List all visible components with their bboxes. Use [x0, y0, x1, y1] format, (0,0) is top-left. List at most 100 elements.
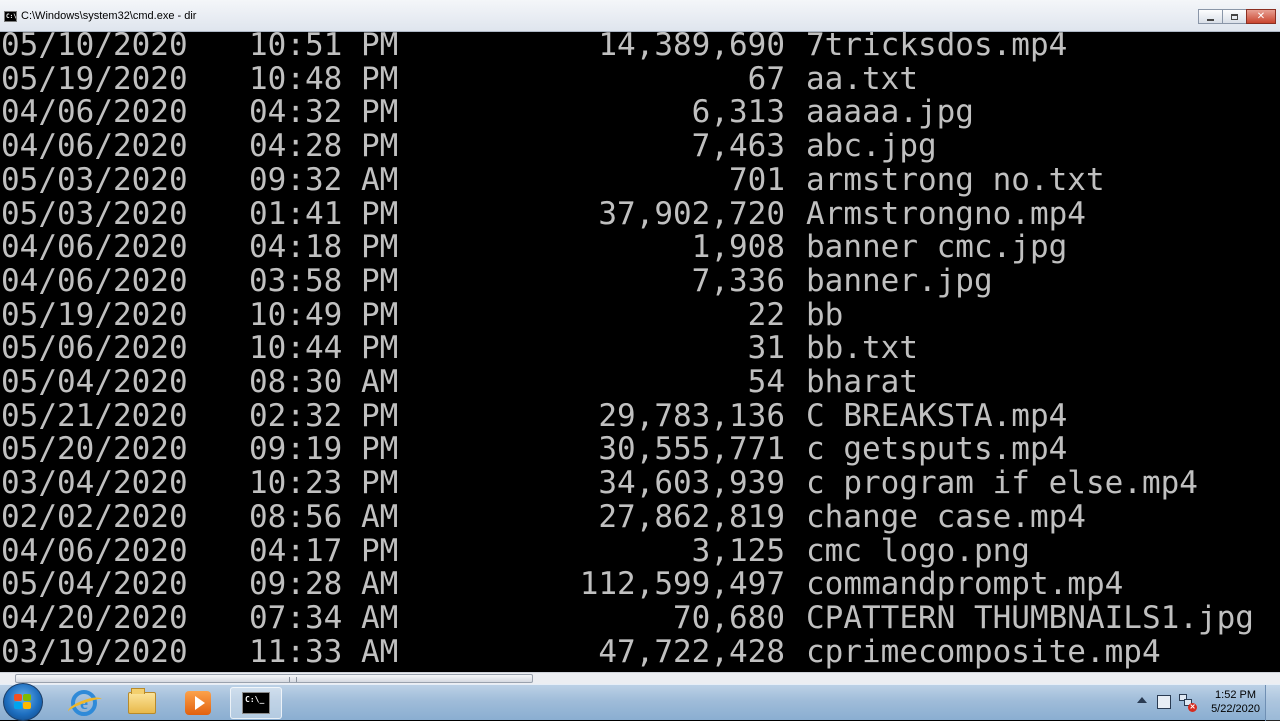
- listing-time: 01:41 PM: [249, 196, 399, 232]
- listing-row: 05/19/2020 10:48 PM 67 aa.txt: [0, 61, 1280, 100]
- listing-row: 02/02/2020 08:56 AM 27,862,819 change case.…: [0, 499, 1280, 538]
- listing-row: 04/06/2020 03:58 PM 7,336 banner.jpg: [0, 263, 1280, 302]
- show-hidden-icons-icon[interactable]: [1137, 697, 1147, 703]
- horizontal-scrollbar[interactable]: [0, 672, 1280, 684]
- taskbar: e C:\_ ✕ 1:52 PM 5/22/2020: [0, 683, 1280, 721]
- listing-filename: aaaaa.jpg: [806, 94, 974, 130]
- listing-size: 112,599,497: [579, 566, 785, 602]
- console-output[interactable]: 05/10/2020 10:51 PM 14,389,690 7tricksdos.m…: [0, 32, 1280, 672]
- start-button[interactable]: [3, 683, 43, 721]
- listing-size: 7,463: [691, 128, 785, 164]
- clock[interactable]: 1:52 PM 5/22/2020: [1211, 688, 1260, 716]
- listing-size: 27,862,819: [598, 499, 785, 535]
- listing-filename: bb: [806, 297, 844, 333]
- listing-size: 7,336: [691, 263, 785, 299]
- listing-time: 08:30 AM: [249, 364, 399, 400]
- listing-date: 05/19/2020: [1, 297, 188, 333]
- listing-time: 11:33 AM: [249, 634, 399, 670]
- listing-row: 05/10/2020 10:51 PM 14,389,690 7tricksdos.m…: [0, 32, 1280, 66]
- listing-date: 03/04/2020: [1, 465, 188, 501]
- listing-date: 05/03/2020: [1, 162, 188, 198]
- listing-time: 04:32 PM: [249, 94, 399, 130]
- listing-time: 09:19 PM: [249, 431, 399, 467]
- title-bar[interactable]: C:\ C:\Windows\system32\cmd.exe - dir ✕: [0, 0, 1280, 32]
- cmd-window-icon[interactable]: C:\: [4, 11, 17, 22]
- internet-explorer-icon: e: [71, 690, 97, 716]
- listing-filename: banner cmc.jpg: [806, 229, 1068, 265]
- listing-filename: CPATTERN THUMBNAILS1.jpg: [806, 600, 1254, 636]
- clock-time: 1:52 PM: [1215, 689, 1257, 701]
- action-center-icon[interactable]: [1157, 695, 1171, 709]
- folder-icon: [128, 688, 156, 714]
- listing-size: 47,722,428: [598, 634, 785, 670]
- listing-filename: c program if else.mp4: [806, 465, 1198, 501]
- listing-time: 10:49 PM: [249, 297, 399, 333]
- listing-size: 1,908: [691, 229, 785, 265]
- listing-row: 04/06/2020 04:18 PM 1,908 banner cmc.jpg: [0, 229, 1280, 268]
- listing-size: 34,603,939: [598, 465, 785, 501]
- listing-date: 05/04/2020: [1, 566, 188, 602]
- listing-date: 05/19/2020: [1, 61, 188, 97]
- listing-time: 10:51 PM: [249, 32, 399, 63]
- listing-date: 04/06/2020: [1, 128, 188, 164]
- listing-filename: C BREAKSTA.mp4: [806, 398, 1068, 434]
- listing-filename: cprimecomposite.mp4: [806, 634, 1161, 670]
- listing-date: 04/06/2020: [1, 229, 188, 265]
- listing-date: 04/06/2020: [1, 533, 188, 569]
- listing-row: 05/03/2020 01:41 PM 37,902,720 Armstrongno.…: [0, 196, 1280, 235]
- listing-size: 67: [747, 61, 785, 97]
- listing-size: 31: [747, 330, 785, 366]
- command-prompt-icon: C:\_: [242, 692, 270, 714]
- maximize-icon: [1231, 13, 1238, 20]
- listing-size: 54: [747, 364, 785, 400]
- taskbar-command-prompt[interactable]: C:\_: [230, 687, 282, 719]
- listing-time: 09:32 AM: [249, 162, 399, 198]
- listing-size: 701: [729, 162, 785, 198]
- taskbar-internet-explorer[interactable]: e: [58, 687, 110, 719]
- listing-row: 05/19/2020 10:49 PM 22 bb: [0, 297, 1280, 336]
- listing-row: 05/06/2020 10:44 PM 31 bb.txt: [0, 330, 1280, 369]
- listing-date: 04/20/2020: [1, 600, 188, 636]
- listing-date: 04/06/2020: [1, 94, 188, 130]
- show-desktop-button[interactable]: [1265, 685, 1280, 721]
- listing-size: 37,902,720: [598, 196, 785, 232]
- listing-date: 02/02/2020: [1, 499, 188, 535]
- close-icon: ✕: [1256, 11, 1266, 22]
- windows-logo-icon: [14, 694, 32, 710]
- listing-date: 05/10/2020: [1, 32, 188, 63]
- minimize-button[interactable]: [1198, 9, 1223, 24]
- minimize-icon: [1207, 18, 1214, 21]
- listing-filename: aa.txt: [806, 61, 918, 97]
- listing-time: 04:18 PM: [249, 229, 399, 265]
- maximize-button[interactable]: [1222, 9, 1247, 24]
- taskbar-file-explorer[interactable]: [116, 687, 168, 719]
- listing-time: 08:56 AM: [249, 499, 399, 535]
- listing-date: 05/03/2020: [1, 196, 188, 232]
- listing-size: 6,313: [691, 94, 785, 130]
- media-player-icon: [185, 691, 211, 715]
- listing-time: 03:58 PM: [249, 263, 399, 299]
- listing-date: 05/06/2020: [1, 330, 188, 366]
- listing-time: 10:48 PM: [249, 61, 399, 97]
- scrollbar-thumb[interactable]: [15, 674, 533, 683]
- clock-date: 5/22/2020: [1211, 703, 1260, 715]
- listing-time: 04:17 PM: [249, 533, 399, 569]
- listing-size: 30,555,771: [598, 431, 785, 467]
- listing-row: 03/19/2020 11:33 AM 47,722,428 cprimecompos…: [0, 634, 1280, 672]
- listing-size: 22: [747, 297, 785, 333]
- listing-date: 05/04/2020: [1, 364, 188, 400]
- listing-filename: c getsputs.mp4: [806, 431, 1068, 467]
- window-controls: ✕: [1198, 9, 1276, 25]
- listing-filename: Armstrongno.mp4: [806, 196, 1086, 232]
- taskbar-media-player[interactable]: [172, 687, 224, 719]
- network-icon[interactable]: ✕: [1179, 694, 1197, 712]
- listing-time: 02:32 PM: [249, 398, 399, 434]
- listing-filename: 7tricksdos.mp4: [806, 32, 1068, 63]
- listing-time: 10:23 PM: [249, 465, 399, 501]
- close-button[interactable]: ✕: [1246, 9, 1276, 24]
- listing-filename: bb.txt: [806, 330, 918, 366]
- listing-date: 03/19/2020: [1, 634, 188, 670]
- listing-size: 14,389,690: [598, 32, 785, 63]
- listing-date: 05/21/2020: [1, 398, 188, 434]
- listing-row: 04/06/2020 04:32 PM 6,313 aaaaa.jpg: [0, 94, 1280, 133]
